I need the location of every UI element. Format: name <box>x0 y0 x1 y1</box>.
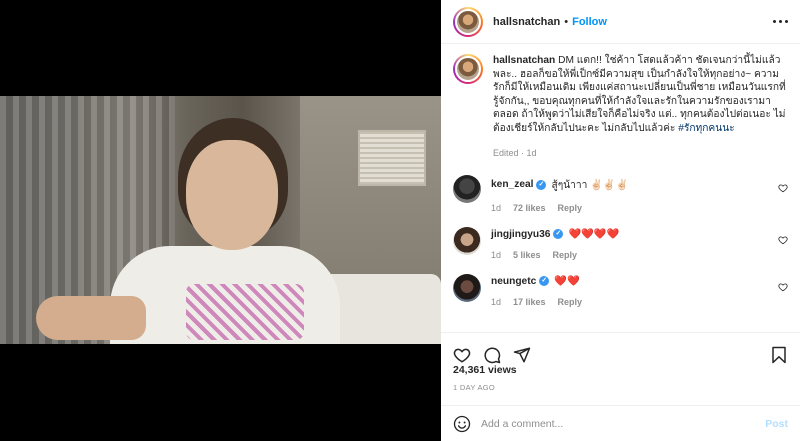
header-separator-dot: • <box>564 15 569 28</box>
add-comment-bar: Post <box>441 405 800 441</box>
comment-likes[interactable]: 72 likes <box>513 203 546 213</box>
comment-icon[interactable] <box>483 346 501 364</box>
video-shirt-print <box>186 284 304 340</box>
comment-reply-button[interactable]: Reply <box>553 250 578 260</box>
comment-username[interactable]: ken_zeal <box>491 179 533 190</box>
comment-line: jingjingyu36 ✓ ❤️❤️❤️❤️ <box>491 229 788 240</box>
caption-meta: Edited · 1d <box>493 148 537 158</box>
post-modal: hallsnatchan • Follow hallsnatchan DM แต… <box>0 0 800 441</box>
comment-meta: 1d 5 likes Reply <box>491 250 788 260</box>
comment-line: ken_zeal ✓ สู้ๆน้าาา ✌🏻✌🏻✌🏻 <box>491 177 788 193</box>
comment-likes[interactable]: 5 likes <box>513 250 541 260</box>
comment-body: jingjingyu36 ✓ ❤️❤️❤️❤️ 1d 5 likes Reply <box>491 227 788 260</box>
comment-avatar[interactable] <box>453 174 481 203</box>
media-area <box>0 0 441 441</box>
comment-heart-icon[interactable] <box>778 235 788 245</box>
comment-input[interactable] <box>481 417 766 430</box>
comment-text: ❤️❤️❤️❤️ <box>568 228 620 240</box>
post-comment-button[interactable]: Post <box>765 418 788 430</box>
comment-avatar[interactable] <box>453 226 481 255</box>
caption-avatar[interactable] <box>453 54 483 84</box>
comment-item: ken_zeal ✓ สู้ๆน้าาา ✌🏻✌🏻✌🏻 1d 72 likes … <box>453 174 788 213</box>
comment-text: ❤️❤️ <box>554 275 580 287</box>
comment-username[interactable]: neungetc <box>491 276 536 287</box>
video-air-vent <box>358 130 426 186</box>
comment-avatar[interactable] <box>453 273 481 302</box>
comment-heart-icon[interactable] <box>778 282 788 292</box>
post-age[interactable]: 1 DAY AGO <box>453 383 495 392</box>
verified-badge-icon: ✓ <box>553 229 564 239</box>
comment-body: neungetc ✓ ❤️❤️ 1d 17 likes Reply <box>491 274 788 307</box>
comment-text: สู้ๆน้าาา ✌🏻✌🏻✌🏻 <box>551 179 629 191</box>
post-actions <box>441 332 800 366</box>
video-person-face <box>186 140 278 250</box>
post-header: hallsnatchan • Follow <box>441 0 800 44</box>
video-person-hand <box>36 296 146 340</box>
caption: hallsnatchan DM แตก!! ใช่ค้าา โสดแล้วค้า… <box>453 54 788 161</box>
caption-body: hallsnatchan DM แตก!! ใช่ค้าา โสดแล้วค้า… <box>493 54 788 161</box>
comment-line: neungetc ✓ ❤️❤️ <box>491 276 788 287</box>
caption-username[interactable]: hallsnatchan <box>493 55 555 66</box>
comment-body: ken_zeal ✓ สู้ๆน้าาา ✌🏻✌🏻✌🏻 1d 72 likes … <box>491 175 788 213</box>
verified-badge-icon: ✓ <box>536 179 547 190</box>
comment-age: 1d <box>491 249 502 260</box>
caption-text: DM แตก!! ใช่ค้าา โสดแล้วค้าา ชัดเจนกว่าน… <box>493 55 786 134</box>
author-username[interactable]: hallsnatchan <box>493 16 560 28</box>
comment-age: 1d <box>491 202 502 213</box>
follow-button[interactable]: Follow <box>572 16 607 28</box>
comment-reply-button[interactable]: Reply <box>558 297 583 307</box>
comment-reply-button[interactable]: Reply <box>558 203 583 213</box>
heart-icon[interactable] <box>453 346 471 364</box>
caption-avatar-image <box>455 56 481 82</box>
comment-meta: 1d 17 likes Reply <box>491 297 788 307</box>
comment-username[interactable]: jingjingyu36 <box>491 229 550 240</box>
emoji-icon[interactable] <box>453 415 471 433</box>
comments-list[interactable]: hallsnatchan DM แตก!! ใช่ค้าา โสดแล้วค้า… <box>441 44 800 328</box>
author-avatar-image <box>455 8 481 35</box>
comment-age: 1d <box>491 296 502 307</box>
comment-likes[interactable]: 17 likes <box>513 297 546 307</box>
comment-item: jingjingyu36 ✓ ❤️❤️❤️❤️ 1d 5 likes Reply <box>453 226 788 260</box>
more-icon[interactable] <box>773 20 788 23</box>
comment-item: neungetc ✓ ❤️❤️ 1d 17 likes Reply <box>453 273 788 307</box>
caption-hashtag[interactable]: #รักทุกคนนะ <box>678 123 734 134</box>
post-panel: hallsnatchan • Follow hallsnatchan DM แต… <box>441 0 800 441</box>
comment-heart-icon[interactable] <box>778 183 788 193</box>
send-icon[interactable] <box>513 346 531 364</box>
verified-badge-icon: ✓ <box>539 276 550 286</box>
view-count[interactable]: 24,361 views <box>453 364 517 376</box>
video-player[interactable] <box>0 96 441 344</box>
comment-meta: 1d 72 likes Reply <box>491 203 788 213</box>
author-avatar[interactable] <box>453 6 483 37</box>
bookmark-icon[interactable] <box>770 346 788 364</box>
